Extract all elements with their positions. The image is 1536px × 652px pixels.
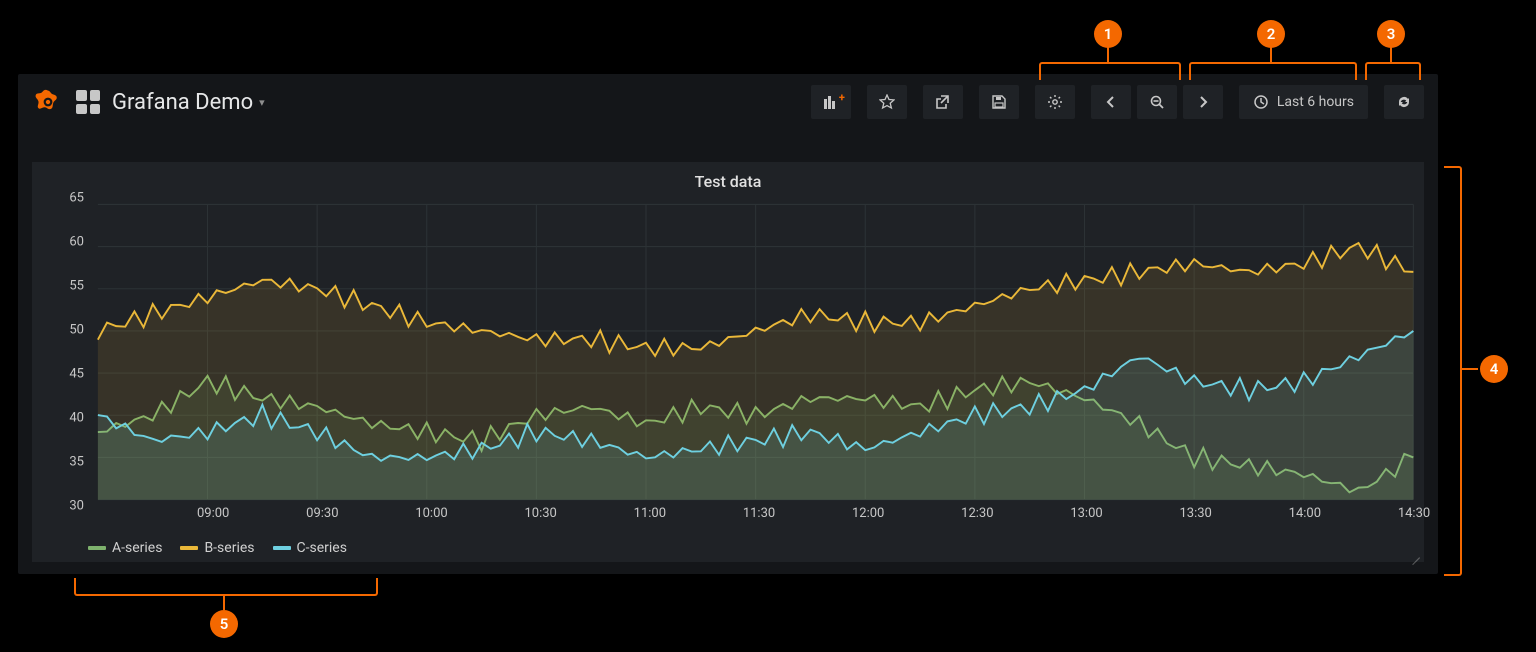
- legend-label: A-series: [112, 540, 162, 556]
- legend-label: B-series: [204, 540, 254, 556]
- legend-label: C-series: [297, 540, 347, 556]
- settings-button[interactable]: [1035, 85, 1075, 119]
- x-tick: 11:30: [743, 506, 775, 521]
- x-tick: 11:00: [634, 506, 666, 521]
- annotation-5: 5: [210, 610, 238, 638]
- topbar: Grafana Demo ▾ +: [18, 74, 1438, 130]
- resize-handle-icon[interactable]: [1410, 548, 1420, 558]
- panel-title[interactable]: Test data: [32, 162, 1424, 195]
- x-tick: 13:30: [1179, 506, 1211, 521]
- x-axis-ticks: 09:00 09:30 10:00 10:30 11:00 11:30 12:00 12:30…: [104, 506, 1414, 526]
- annotation-3: 3: [1377, 20, 1405, 48]
- annotation-4: 4: [1480, 355, 1508, 383]
- share-button[interactable]: [923, 85, 963, 119]
- dashboard-title-dropdown[interactable]: Grafana Demo ▾: [112, 90, 265, 115]
- legend-swatch: [180, 546, 198, 550]
- time-nav-group: [1091, 85, 1223, 119]
- graph-panel: Test data 3035404550556065 09:0009:3010:…: [32, 162, 1424, 562]
- clock-icon: [1253, 94, 1269, 110]
- grafana-logo-icon[interactable]: [32, 86, 64, 118]
- dashboards-icon[interactable]: [74, 88, 102, 116]
- caret-down-icon: ▾: [259, 96, 265, 109]
- annotation-2: 2: [1257, 20, 1285, 48]
- dashboard-title: Grafana Demo: [112, 90, 253, 115]
- legend: A-series B-series C-series: [88, 540, 347, 556]
- x-tick: 10:30: [524, 506, 556, 521]
- legend-item-b-series[interactable]: B-series: [180, 540, 254, 556]
- x-tick: 12:30: [961, 506, 993, 521]
- x-tick: 13:00: [1070, 506, 1102, 521]
- x-tick: 12:00: [852, 506, 884, 521]
- x-tick: 09:30: [306, 506, 338, 521]
- save-button[interactable]: [979, 85, 1019, 119]
- x-tick: 14:30: [1398, 506, 1430, 521]
- x-tick: 10:00: [415, 506, 447, 521]
- refresh-button[interactable]: [1384, 85, 1424, 119]
- time-range-button[interactable]: Last 6 hours: [1239, 85, 1368, 119]
- plus-icon: +: [839, 91, 845, 104]
- time-back-button[interactable]: [1091, 85, 1131, 119]
- legend-swatch: [273, 546, 291, 550]
- time-forward-button[interactable]: [1183, 85, 1223, 119]
- legend-item-c-series[interactable]: C-series: [273, 540, 347, 556]
- star-button[interactable]: [867, 85, 907, 119]
- x-tick: 09:00: [197, 506, 229, 521]
- annotation-1: 1: [1094, 20, 1122, 48]
- x-tick: 14:00: [1289, 506, 1321, 521]
- add-panel-button[interactable]: +: [811, 85, 851, 119]
- plot-area[interactable]: [32, 198, 1424, 506]
- grafana-app: Grafana Demo ▾ +: [18, 74, 1438, 574]
- time-range-label: Last 6 hours: [1277, 94, 1354, 110]
- zoom-out-button[interactable]: [1137, 85, 1177, 119]
- legend-item-a-series[interactable]: A-series: [88, 540, 162, 556]
- legend-swatch: [88, 546, 106, 550]
